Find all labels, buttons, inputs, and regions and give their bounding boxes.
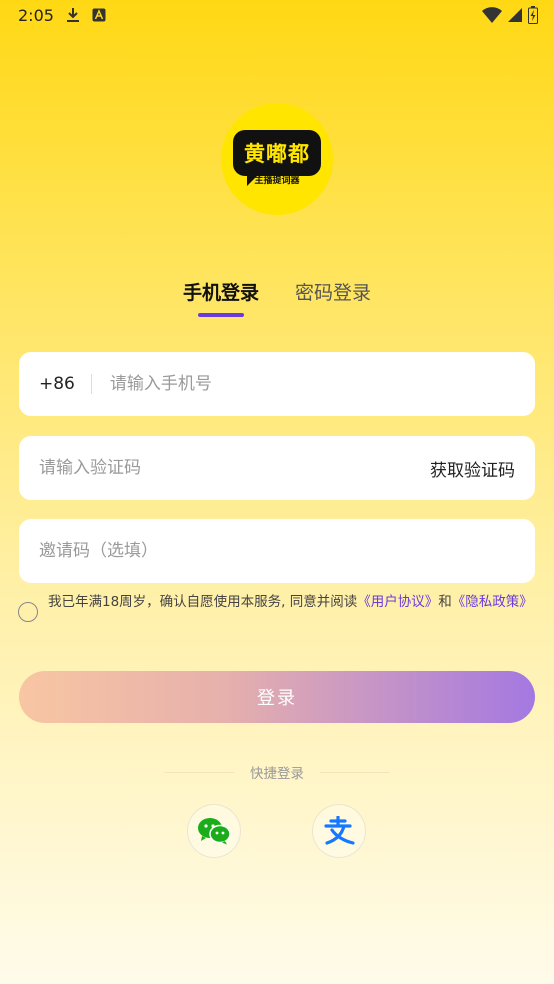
a-icon	[92, 8, 106, 22]
verification-code-input[interactable]	[39, 458, 430, 478]
code-field: 获取验证码	[19, 436, 535, 500]
tab-phone-login[interactable]: 手机登录	[182, 278, 259, 317]
wechat-icon	[197, 817, 231, 845]
quick-login-label: 快捷登录	[250, 766, 304, 782]
status-left: 2:05	[18, 6, 106, 25]
divider-line-right	[320, 771, 390, 773]
signal-icon	[508, 8, 522, 22]
divider-line-left	[164, 771, 234, 773]
tab-password-login-label: 密码登录	[295, 282, 372, 304]
phone-input[interactable]	[109, 374, 515, 394]
wifi-icon	[482, 7, 502, 23]
wechat-login-button[interactable]	[187, 804, 241, 858]
login-tabs: 手机登录 密码登录	[0, 278, 554, 317]
logo-subtitle: 主播提词器	[254, 176, 300, 186]
agreement-text: 我已年满18周岁，确认自愿使用本服务, 同意并阅读《用户协议》和《隐私政策》	[48, 592, 533, 613]
agreement-and: 和	[438, 594, 452, 610]
alipay-icon	[323, 816, 355, 846]
logo-speech-bubble: 黄嘟都	[233, 130, 321, 186]
app-logo: 黄嘟都 主播提词器	[221, 103, 333, 215]
agreement-checkbox[interactable]	[18, 602, 38, 622]
status-time: 2:05	[18, 5, 54, 25]
quick-login-divider: 快捷登录	[0, 762, 554, 782]
tab-password-login[interactable]: 密码登录	[295, 278, 371, 305]
user-agreement-link[interactable]: 《用户协议》	[357, 594, 438, 610]
active-tab-indicator	[197, 313, 244, 317]
tab-phone-login-label: 手机登录	[182, 282, 259, 304]
agreement-prefix: 我已年满18周岁，确认自愿使用本服务, 同意并阅读	[48, 594, 358, 610]
agreement-row: 我已年满18周岁，确认自愿使用本服务, 同意并阅读《用户协议》和《隐私政策》	[18, 592, 538, 622]
download-icon	[66, 7, 80, 23]
status-right	[482, 6, 538, 24]
battery-charging-icon	[528, 6, 538, 24]
get-code-button[interactable]: 获取验证码	[430, 456, 515, 481]
status-bar: 2:05	[0, 0, 554, 30]
phone-field: +86	[19, 352, 535, 416]
country-code[interactable]: +86	[39, 374, 92, 394]
invite-code-input[interactable]	[39, 541, 515, 561]
alipay-login-button[interactable]	[312, 804, 366, 858]
login-button[interactable]: 登录	[19, 671, 535, 723]
logo-title: 黄嘟都	[244, 142, 310, 166]
invite-field	[19, 519, 535, 583]
privacy-policy-link[interactable]: 《隐私政策》	[452, 594, 533, 610]
